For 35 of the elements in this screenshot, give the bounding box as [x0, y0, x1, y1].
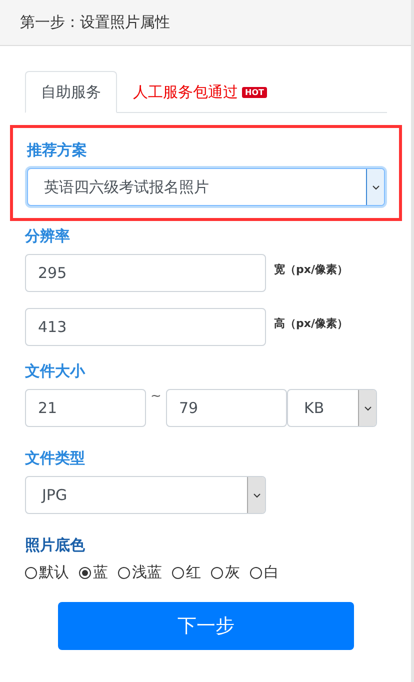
field-label: 文件大小	[25, 362, 86, 381]
caret-icon	[372, 184, 380, 190]
caret-icon	[364, 406, 372, 410]
select-field[interactable]: JPG	[25, 476, 266, 514]
field-label: 分辨率	[25, 227, 71, 246]
range-separator: ~	[150, 389, 162, 404]
caret-icon	[252, 492, 260, 498]
tab[interactable]: 自助服务	[25, 71, 117, 113]
field-label: 文件类型	[25, 449, 86, 468]
field-label: 照片底色	[25, 536, 86, 555]
radio-button[interactable]	[172, 566, 184, 578]
select-field[interactable]: KB	[287, 389, 377, 427]
radio-option[interactable]: 默认	[25, 563, 69, 582]
radio-option[interactable]: 灰	[211, 563, 240, 582]
radio-option[interactable]: 蓝	[79, 563, 108, 582]
radio-button[interactable]	[25, 566, 37, 578]
radio-option[interactable]: 浅蓝	[118, 563, 162, 582]
hot-badge: HOT	[242, 86, 267, 98]
next-button[interactable]: 下一步	[58, 602, 354, 650]
unit-label: 宽（px/像素）	[274, 262, 348, 277]
input-field[interactable]: 413	[25, 308, 266, 346]
input-field[interactable]: 295	[25, 254, 266, 292]
select-field[interactable]: 英语四六级考试报名照片	[27, 168, 385, 206]
radio-button[interactable]	[211, 566, 223, 578]
field-label: 推荐方案	[27, 141, 88, 160]
page-title: 第一步：设置照片属性	[20, 13, 170, 32]
tab[interactable]: 人工服务包通过 HOT	[117, 71, 283, 113]
input-field[interactable]: 21	[25, 389, 146, 427]
unit-label: 高（px/像素）	[274, 316, 348, 331]
radio-button[interactable]	[118, 566, 130, 578]
radio-option[interactable]: 白	[250, 563, 279, 582]
radio-button[interactable]	[79, 566, 91, 578]
input-field[interactable]: 79	[166, 389, 287, 427]
radio-button[interactable]	[250, 566, 262, 578]
radio-option[interactable]: 红	[172, 563, 201, 582]
